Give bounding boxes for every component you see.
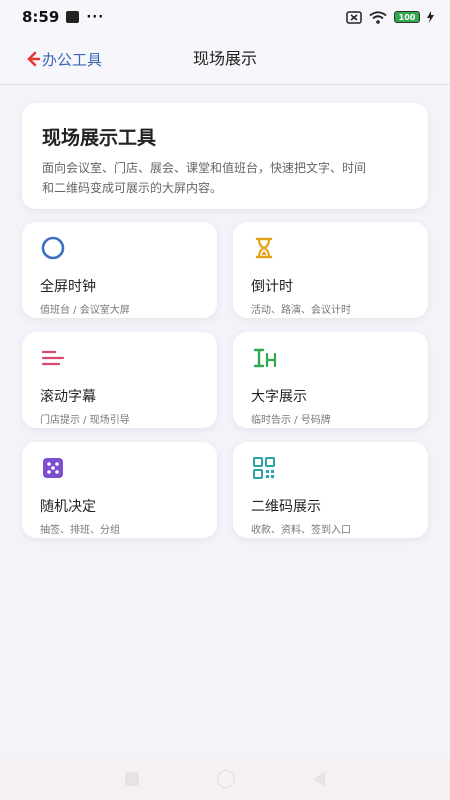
big-text-icon <box>253 348 277 368</box>
card-label: 滚动字幕 <box>40 389 96 405</box>
marquee-lines-icon <box>41 350 65 366</box>
card-subtitle: 活动、路演、会议计时 <box>251 305 351 316</box>
notification-icon <box>66 11 80 23</box>
card-subtitle: 抽签、排班、分组 <box>40 525 120 536</box>
back-nav-icon[interactable] <box>313 771 325 787</box>
status-bar: 8:59 ··· 100 <box>0 0 450 34</box>
dice-icon <box>43 458 63 478</box>
card-label: 全屏时钟 <box>40 279 96 295</box>
card-countdown[interactable]: 倒计时 活动、路演、会议计时 <box>233 222 428 318</box>
card-subtitle: 收款、资料、签到入口 <box>251 525 351 536</box>
card-label: 二维码展示 <box>251 499 321 515</box>
status-time: 8:59 <box>22 8 60 26</box>
card-qr-code-display[interactable]: 二维码展示 收款、资料、签到入口 <box>233 442 428 538</box>
clock-circle-icon <box>41 236 65 260</box>
intro-title: 现场展示工具 <box>42 127 157 149</box>
qr-code-icon <box>253 457 275 479</box>
intro-card: 现场展示工具 面向会议室、门店、展会、课堂和值班台，快速把文字、时间 和二维码变… <box>22 103 428 209</box>
charging-icon <box>427 11 434 23</box>
status-right: 100 <box>346 10 434 24</box>
card-label: 随机决定 <box>40 499 96 515</box>
card-scrolling-subtitles[interactable]: 滚动字幕 门店提示 / 现场引导 <box>22 332 217 428</box>
card-subtitle: 临时告示 / 号码牌 <box>251 415 331 426</box>
card-fullscreen-clock[interactable]: 全屏时钟 值班台 / 会议室大屏 <box>22 222 217 318</box>
intro-desc-line: 面向会议室、门店、展会、课堂和值班台，快速把文字、时间 <box>42 161 367 175</box>
intro-description: 面向会议室、门店、展会、课堂和值班台，快速把文字、时间 和二维码变成可展示的大屏… <box>42 158 408 198</box>
card-big-text[interactable]: 大字展示 临时告示 / 号码牌 <box>233 332 428 428</box>
wifi-icon <box>369 10 387 24</box>
app-header: 办公工具 现场展示 <box>0 34 450 85</box>
more-notifications-icon: ··· <box>86 9 105 25</box>
card-label: 倒计时 <box>251 279 293 295</box>
intro-desc-line: 和二维码变成可展示的大屏内容。 <box>42 181 223 195</box>
hourglass-icon <box>255 237 273 259</box>
card-subtitle: 门店提示 / 现场引导 <box>40 415 130 426</box>
battery-icon: 100 <box>394 11 420 23</box>
status-left: 8:59 ··· <box>22 8 104 26</box>
card-random-decision[interactable]: 随机决定 抽签、排班、分组 <box>22 442 217 538</box>
card-label: 大字展示 <box>251 389 307 405</box>
home-icon[interactable] <box>217 770 235 788</box>
sim-off-icon <box>346 10 362 24</box>
back-arrow-icon <box>27 51 40 67</box>
card-subtitle: 值班台 / 会议室大屏 <box>40 305 130 316</box>
back-button[interactable]: 办公工具 <box>26 34 102 84</box>
back-label: 办公工具 <box>42 50 103 69</box>
system-nav-bar <box>0 758 450 800</box>
recent-apps-icon[interactable] <box>125 772 139 786</box>
